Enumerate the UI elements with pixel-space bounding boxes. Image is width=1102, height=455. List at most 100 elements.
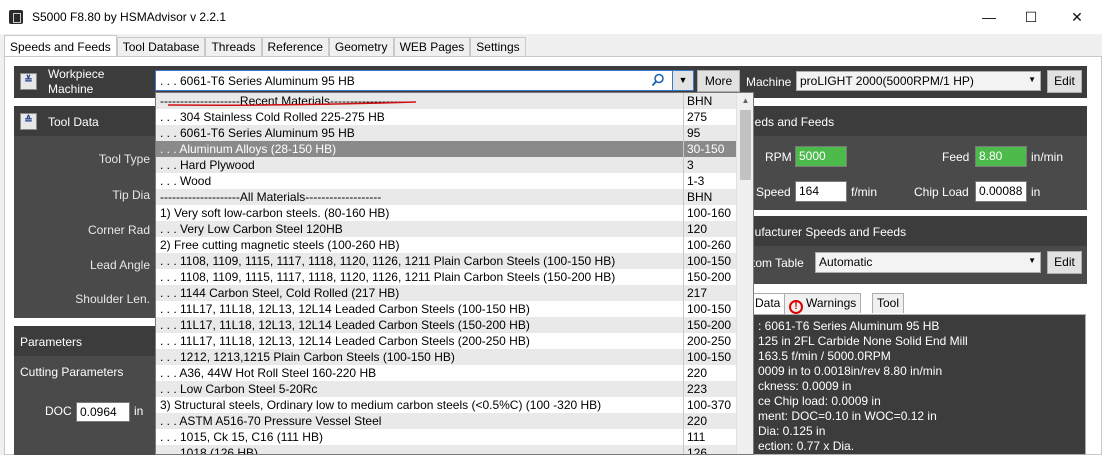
rpm-input[interactable]: 5000 bbox=[795, 146, 847, 167]
column-separator bbox=[683, 221, 684, 237]
speed-label: Speed bbox=[756, 185, 791, 199]
scroll-up-icon[interactable]: ▲ bbox=[737, 93, 753, 109]
custom-table-value: Automatic bbox=[819, 255, 873, 269]
dropdown-scrollbar[interactable]: ▲ bbox=[736, 93, 753, 454]
material-name: . . . Hard Plywood bbox=[160, 158, 255, 172]
shoulder-len-label: Shoulder Len. bbox=[75, 292, 150, 306]
list-item[interactable]: . . . Wood 1-3 bbox=[156, 173, 737, 189]
list-item[interactable]: . . . 1015, Ck 15, C16 (111 HB) 111 bbox=[156, 429, 737, 445]
tab-warnings-label: Warnings bbox=[806, 296, 857, 310]
chevron-down-icon: ▼ bbox=[1028, 75, 1036, 84]
title-bar: S5000 F8.80 by HSMAdvisor v 2.2.1 — ☐ ✕ bbox=[0, 0, 1102, 34]
list-item[interactable]: . . . Low Carbon Steel 5-20Rc 223 bbox=[156, 381, 737, 397]
list-item[interactable]: . . . A36, 44W Hot Roll Steel 160-220 HB… bbox=[156, 365, 737, 381]
material-bhn: 30-150 bbox=[687, 142, 725, 156]
column-separator bbox=[683, 269, 684, 285]
column-separator bbox=[683, 397, 684, 413]
list-item[interactable]: . . . 1108, 1109, 1115, 1117, 1118, 1120… bbox=[156, 269, 737, 285]
machine-edit-button[interactable]: Edit bbox=[1047, 70, 1082, 93]
material-bhn: 126 bbox=[687, 446, 708, 455]
tab-web-pages[interactable]: WEB Pages bbox=[393, 37, 471, 57]
material-name: . . . 304 Stainless Cold Rolled 225-275 … bbox=[160, 110, 385, 124]
feed-label: Feed bbox=[942, 150, 970, 164]
feed-input[interactable]: 8.80 bbox=[975, 146, 1027, 167]
list-item[interactable]: 1) Very soft low-carbon steels. (80-160 … bbox=[156, 205, 737, 221]
machine-label: Machine bbox=[746, 75, 792, 89]
list-item[interactable]: . . . Hard Plywood 3 bbox=[156, 157, 737, 173]
list-item[interactable]: . . . 6061-T6 Series Aluminum 95 HB 95 bbox=[156, 125, 737, 141]
parameters-title: Parameters bbox=[20, 335, 83, 349]
search-icon[interactable] bbox=[651, 73, 667, 89]
list-item[interactable]: . . . ASTM A516-70 Pressure Vessel Steel… bbox=[156, 413, 737, 429]
material-bhn: 150-200 bbox=[687, 318, 732, 332]
list-item[interactable]: . . . Aluminum Alloys (28-150 HB) 30-150 bbox=[156, 141, 737, 157]
tab-tool[interactable]: Tool bbox=[872, 293, 905, 313]
material-name: . . . Aluminum Alloys (28-150 HB) bbox=[160, 142, 337, 156]
tab-settings[interactable]: Settings bbox=[470, 37, 526, 57]
list-item[interactable]: . . . 11L17, 11L18, 12L13, 12L14 Leaded … bbox=[156, 301, 737, 317]
list-item[interactable]: . . . 304 Stainless Cold Rolled 225-275 … bbox=[156, 109, 737, 125]
list-item[interactable]: . . . 11L17, 11L18, 12L13, 12L14 Leaded … bbox=[156, 333, 737, 349]
tab-speeds-and-feeds[interactable]: Speeds and Feeds bbox=[4, 35, 117, 57]
list-item[interactable]: . . . Very Low Carbon Steel 120HB 120 bbox=[156, 221, 737, 237]
column-separator bbox=[683, 109, 684, 125]
tab-warnings[interactable]: ! Warnings bbox=[784, 293, 862, 314]
tab-tool-database[interactable]: Tool Database bbox=[116, 37, 206, 57]
doc-label: DOC bbox=[45, 404, 72, 418]
chevron-down-icon: ▼ bbox=[1028, 256, 1036, 265]
custom-table-select[interactable]: Automatic ▼ bbox=[815, 252, 1041, 273]
lead-angle-label: Lead Angle bbox=[89, 258, 150, 272]
material-bhn: BHN bbox=[687, 94, 713, 108]
scrollbar-thumb[interactable] bbox=[740, 110, 751, 180]
column-separator bbox=[683, 237, 684, 253]
column-separator bbox=[683, 301, 684, 317]
close-button[interactable]: ✕ bbox=[1054, 0, 1100, 34]
tool-type-label: Tool Type bbox=[98, 152, 150, 166]
doc-unit: in bbox=[134, 404, 144, 418]
tab-data[interactable]: Data bbox=[750, 293, 786, 314]
material-name: . . . Low Carbon Steel 5-20Rc bbox=[160, 382, 318, 396]
material-dropdown-list[interactable]: . . . 1018 (126 HB) 126. . . 1015, Ck 15,… bbox=[155, 92, 754, 455]
maximize-button[interactable]: ☐ bbox=[1008, 0, 1054, 34]
material-name: . . . 1015, Ck 15, C16 (111 HB) bbox=[160, 430, 323, 444]
list-item[interactable]: . . . 1144 Carbon Steel, Cold Rolled (21… bbox=[156, 285, 737, 301]
window-title: S5000 F8.80 by HSMAdvisor v 2.2.1 bbox=[32, 10, 227, 24]
collapse-workpiece-icon[interactable]: ≚ bbox=[20, 73, 37, 90]
speed-input[interactable]: 164 bbox=[795, 181, 847, 202]
list-item[interactable]: . . . 11L17, 11L18, 12L13, 12L14 Leaded … bbox=[156, 317, 737, 333]
red-underline-annotation bbox=[168, 101, 416, 106]
list-item[interactable]: 2) Free cutting magnetic steels (100-260… bbox=[156, 237, 737, 253]
dropdown-arrow-icon[interactable]: ▼ bbox=[672, 71, 693, 90]
tab-geometry[interactable]: Geometry bbox=[328, 37, 394, 57]
list-item[interactable]: . . . 1108, 1109, 1115, 1117, 1118, 1120… bbox=[156, 253, 737, 269]
rpm-label: RPM bbox=[765, 150, 792, 164]
material-name: 1) Very soft low-carbon steels. (80-160 … bbox=[160, 206, 390, 220]
info-line: 0009 in to 0.0018in/rev 8.80 in/min bbox=[758, 364, 943, 378]
more-button[interactable]: More bbox=[697, 70, 740, 92]
list-item[interactable]: 3) Structural steels, Ordinary low to me… bbox=[156, 397, 737, 413]
info-line: ce Chip load: 0.0009 in bbox=[758, 394, 881, 408]
list-item[interactable]: . . . 1212, 1213,1215 Plain Carbon Steel… bbox=[156, 349, 737, 365]
collapse-tool-data-icon[interactable]: ≙ bbox=[20, 113, 37, 130]
column-separator bbox=[683, 317, 684, 333]
info-line: ection: 0.77 x Dia. bbox=[758, 439, 855, 453]
material-bhn: 3 bbox=[687, 158, 694, 172]
material-bhn: 100-150 bbox=[687, 302, 732, 316]
tab-threads[interactable]: Threads bbox=[205, 37, 262, 57]
custom-table-label: tom Table bbox=[752, 256, 804, 270]
manufacturer-edit-button[interactable]: Edit bbox=[1047, 251, 1082, 274]
speeds-feeds-title: eeds and Feeds bbox=[748, 115, 835, 129]
list-item[interactable]: . . . 1018 (126 HB) 126 bbox=[156, 445, 737, 455]
speed-unit: f/min bbox=[851, 185, 878, 199]
machine-select[interactable]: proLIGHT 2000(5000RPM/1 HP) ▼ bbox=[796, 71, 1041, 91]
minimize-button[interactable]: — bbox=[966, 0, 1012, 34]
tip-dia-label: Tip Dia bbox=[112, 188, 150, 202]
workpiece-combo[interactable]: . . . 6061-T6 Series Aluminum 95 HB ▼ bbox=[155, 70, 694, 91]
material-name: . . . Very Low Carbon Steel 120HB bbox=[160, 222, 343, 236]
material-name: . . . 1018 (126 HB) bbox=[160, 446, 259, 455]
list-item[interactable]: --------------------All Materials-------… bbox=[156, 189, 737, 205]
doc-input[interactable]: 0.0964 bbox=[76, 402, 130, 422]
tab-reference[interactable]: Reference bbox=[261, 37, 329, 57]
chip-load-input[interactable]: 0.00088 bbox=[975, 181, 1027, 202]
material-name: . . . 1212, 1213,1215 Plain Carbon Steel… bbox=[160, 350, 455, 364]
